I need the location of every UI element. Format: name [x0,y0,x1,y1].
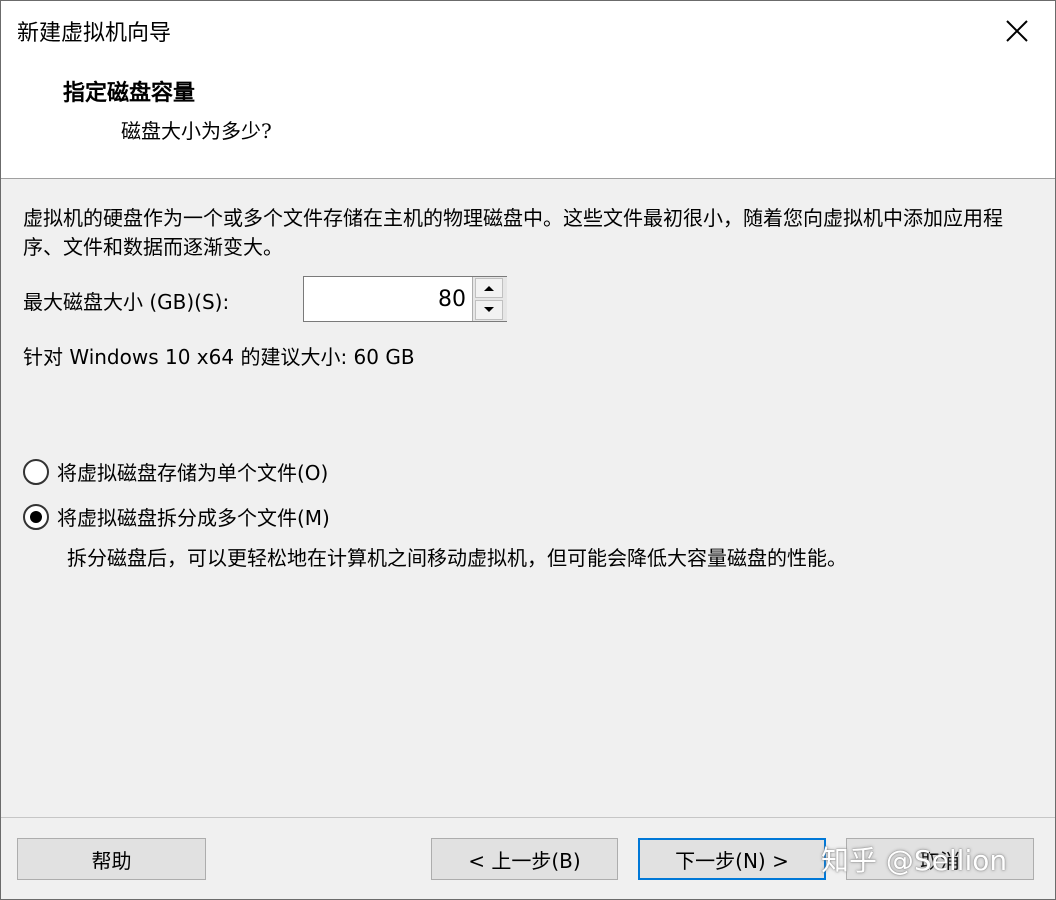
wizard-window: 新建虚拟机向导 指定磁盘容量 磁盘大小为多少? 虚拟机的硬盘作为一个或多个文件存… [0,0,1056,900]
single-file-option[interactable]: 将虚拟磁盘存储为单个文件(O) [23,457,328,486]
next-button[interactable]: 下一步(N) > [638,838,826,880]
close-button[interactable] [995,11,1039,51]
step-title: 指定磁盘容量 [63,80,196,106]
split-description: 拆分磁盘后，可以更轻松地在计算机之间移动虚拟机，但可能会降低大容量磁盘的性能。 [67,546,847,570]
step-subtitle: 磁盘大小为多少? [121,119,272,143]
single-file-radio[interactable] [23,458,49,485]
cancel-button[interactable]: 取消 [846,838,1034,880]
single-file-label: 将虚拟磁盘存储为单个文件(O) [57,461,329,485]
disk-size-label: 最大磁盘大小 (GB)(S): [23,290,230,314]
help-button[interactable]: 帮助 [17,838,206,880]
split-file-radio[interactable] [23,503,49,530]
close-icon [1006,20,1028,42]
back-button[interactable]: < 上一步(B) [431,838,618,880]
spin-buttons [472,277,507,321]
window-title: 新建虚拟机向导 [17,21,172,46]
disk-size-input[interactable] [304,277,470,321]
disk-size-spinbox [303,276,507,322]
arrow-down-icon [484,307,494,312]
split-file-option[interactable]: 将虚拟磁盘拆分成多个文件(M) [23,502,330,531]
split-file-label: 将虚拟磁盘拆分成多个文件(M) [57,506,330,530]
wizard-header: 新建虚拟机向导 指定磁盘容量 磁盘大小为多少? [1,1,1055,179]
arrow-up-icon [484,286,494,291]
button-bar: 帮助 < 上一步(B) 下一步(N) > 取消 [1,817,1055,899]
spin-up-button[interactable] [475,278,503,298]
spin-down-button[interactable] [475,300,503,320]
disk-description: 虚拟机的硬盘作为一个或多个文件存储在主机的物理磁盘中。这些文件最初很小，随着您向… [23,206,1003,259]
recommended-size: 针对 Windows 10 x64 的建议大小: 60 GB [23,345,415,369]
